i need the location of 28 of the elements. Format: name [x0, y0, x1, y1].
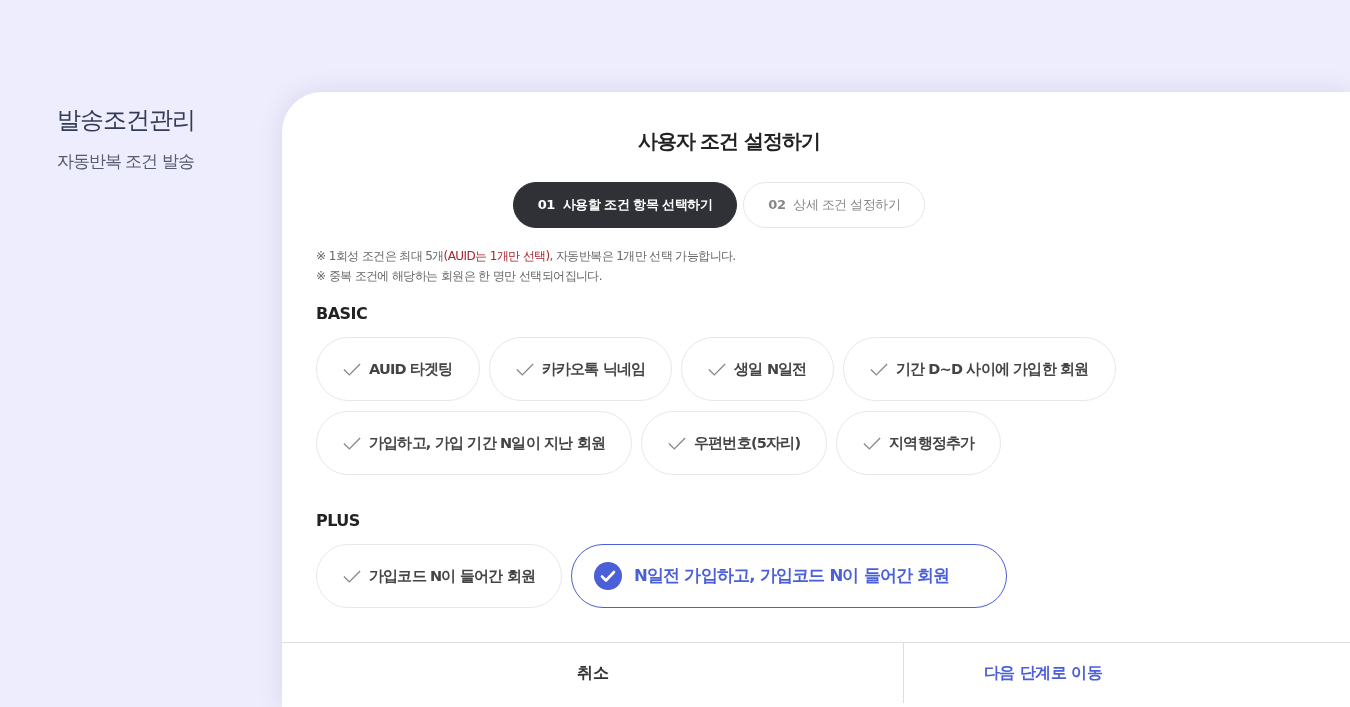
dialog-title: 사용자 조건 설정하기	[636, 128, 822, 155]
check-icon	[343, 436, 361, 450]
option-chip[interactable]: 카카오톡 닉네임	[488, 337, 673, 401]
option-chip[interactable]: 지역행정추가	[836, 411, 1002, 475]
section-heading: PLUS	[316, 511, 361, 530]
check-icon	[863, 436, 882, 450]
page-subtitle: 자동반복 조건 발송	[57, 150, 195, 173]
check-icon	[869, 362, 888, 376]
check-icon	[343, 569, 361, 583]
option-chip[interactable]: AUID 타겟팅	[316, 337, 480, 401]
option-chip[interactable]: 기간 D~D 사이에 가입한 회원	[842, 337, 1116, 401]
check-icon	[515, 362, 534, 376]
page-title: 발송조건관리	[57, 105, 196, 136]
section-heading: BASIC	[316, 304, 369, 323]
option-chip[interactable]: N일전 가입하고, 가입코드 N이 들어간 회원	[571, 544, 1007, 608]
step-tab[interactable]: 02 상세 조건 설정하기	[743, 182, 926, 228]
check-icon	[668, 436, 687, 450]
check-circle-icon	[594, 562, 623, 590]
check-icon	[343, 362, 361, 376]
option-chip[interactable]: 가입코드 N이 들어간 회원	[316, 544, 563, 608]
note-text: ※ 1회성 조건은 최대 5개(AUID는 1개만 선택), 자동반복은 1개만 선택 가능합니다.	[316, 248, 737, 265]
check-icon	[708, 362, 727, 376]
option-chip[interactable]: 가입하고, 가입 기간 N일이 지난 회원	[316, 411, 633, 475]
option-chip[interactable]: 생일 N일전	[681, 337, 834, 401]
option-chip[interactable]: 우편번호(5자리)	[641, 411, 828, 475]
note-text: ※ 중복 조건에 해당하는 회원은 한 명만 선택되어집니다.	[316, 268, 603, 285]
step-tab[interactable]: 01 사용할 조건 항목 선택하기	[512, 182, 738, 228]
next-button[interactable]: 다음 단계로 이동	[903, 643, 1350, 703]
